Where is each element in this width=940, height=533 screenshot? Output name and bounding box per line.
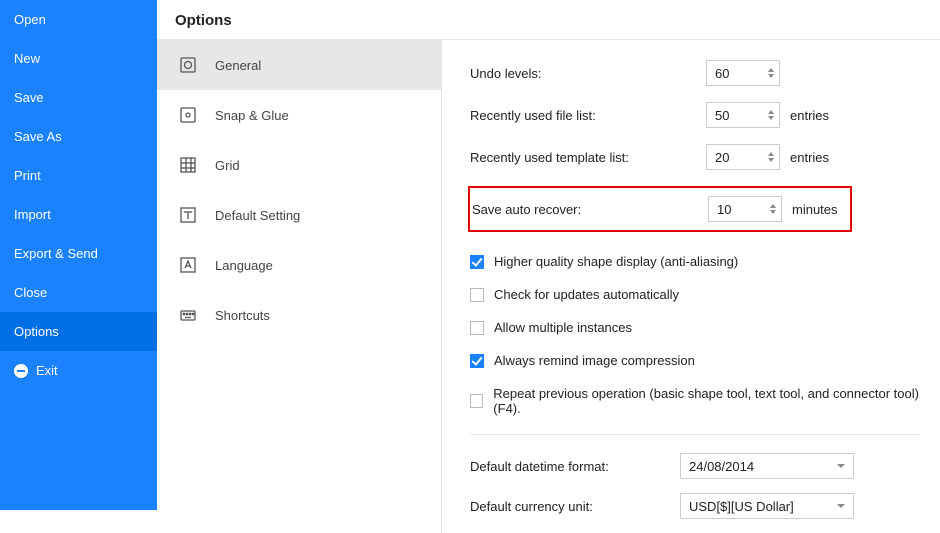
label: Exit [36, 363, 58, 378]
tab-grid[interactable]: Grid [157, 140, 441, 190]
label: Save As [14, 129, 62, 144]
sidebar-item-close[interactable]: Close [0, 273, 157, 312]
checkbox-icon [470, 255, 484, 269]
separator [470, 434, 920, 435]
sidebar-item-open[interactable]: Open [0, 0, 157, 39]
undo-levels-input[interactable]: 60 [706, 60, 780, 86]
field-label: Save auto recover: [470, 202, 708, 217]
checkbox-label: Repeat previous operation (basic shape t… [493, 386, 920, 416]
checkbox-icon [470, 321, 484, 335]
tabs-list: General Snap & Glue Grid Default Setting… [157, 40, 442, 533]
value: 60 [707, 66, 763, 81]
sidebar-item-export-send[interactable]: Export & Send [0, 234, 157, 273]
tab-default-setting[interactable]: Default Setting [157, 190, 441, 240]
checkbox-label: Always remind image compression [494, 353, 695, 368]
tab-label: Snap & Glue [215, 108, 289, 123]
row-auto-recover: Save auto recover: 10 minutes [468, 186, 852, 232]
tab-label: General [215, 58, 261, 73]
currency-unit-select[interactable]: USD[$][US Dollar] [680, 493, 854, 519]
spinner-arrows[interactable] [763, 61, 779, 85]
tab-label: Default Setting [215, 208, 300, 223]
checkbox-icon [470, 354, 484, 368]
checkbox-image-compression[interactable]: Always remind image compression [470, 353, 920, 368]
content: General Snap & Glue Grid Default Setting… [157, 39, 940, 533]
field-label: Default datetime format: [470, 459, 680, 474]
value: USD[$][US Dollar] [689, 499, 837, 514]
auto-recover-input[interactable]: 10 [708, 196, 782, 222]
settings-panel: Undo levels: 60 Recently used file list:… [442, 40, 940, 533]
checkbox-multiple-instances[interactable]: Allow multiple instances [470, 320, 920, 335]
sidebar-item-print[interactable]: Print [0, 156, 157, 195]
spinner-arrows[interactable] [763, 145, 779, 169]
recent-templates-input[interactable]: 20 [706, 144, 780, 170]
value: 24/08/2014 [689, 459, 837, 474]
text-icon [179, 206, 197, 224]
field-label: Recently used template list: [470, 150, 706, 165]
checkbox-label: Higher quality shape display (anti-alias… [494, 254, 738, 269]
checkbox-label: Check for updates automatically [494, 287, 679, 302]
suffix: entries [790, 108, 829, 123]
tab-general[interactable]: General [157, 40, 441, 90]
page-title: Options [157, 0, 940, 39]
datetime-format-select[interactable]: 24/08/2014 [680, 453, 854, 479]
sidebar-item-import[interactable]: Import [0, 195, 157, 234]
checkbox-check-updates[interactable]: Check for updates automatically [470, 287, 920, 302]
suffix: entries [790, 150, 829, 165]
checkbox-anti-aliasing[interactable]: Higher quality shape display (anti-alias… [470, 254, 920, 269]
tab-shortcuts[interactable]: Shortcuts [157, 290, 441, 340]
keyboard-icon [179, 306, 197, 324]
snap-icon [179, 106, 197, 124]
row-currency-unit: Default currency unit: USD[$][US Dollar] [470, 493, 920, 519]
label: New [14, 51, 40, 66]
tab-snap-glue[interactable]: Snap & Glue [157, 90, 441, 140]
label: Close [14, 285, 47, 300]
label: Save [14, 90, 44, 105]
field-label: Default currency unit: [470, 499, 680, 514]
grid-icon [179, 156, 197, 174]
spinner-arrows[interactable] [763, 103, 779, 127]
sidebar-item-save-as[interactable]: Save As [0, 117, 157, 156]
tab-label: Shortcuts [215, 308, 270, 323]
sidebar: Open New Save Save As Print Import Expor… [0, 0, 157, 510]
value: 10 [709, 202, 765, 217]
value: 20 [707, 150, 763, 165]
label: Open [14, 12, 46, 27]
tab-label: Language [215, 258, 273, 273]
label: Options [14, 324, 59, 339]
field-label: Undo levels: [470, 66, 706, 81]
tab-language[interactable]: Language [157, 240, 441, 290]
tab-label: Grid [215, 158, 240, 173]
suffix: minutes [792, 202, 838, 217]
checkbox-icon [470, 288, 484, 302]
gear-icon [179, 56, 197, 74]
label: Print [14, 168, 41, 183]
sidebar-item-options[interactable]: Options [0, 312, 157, 351]
chevron-down-icon [837, 504, 845, 508]
checkbox-label: Allow multiple instances [494, 320, 632, 335]
main: Options General Snap & Glue Grid Default [157, 0, 940, 510]
language-icon [179, 256, 197, 274]
row-recent-templates: Recently used template list: 20 entries [470, 144, 920, 170]
label: Export & Send [14, 246, 98, 261]
row-recent-files: Recently used file list: 50 entries [470, 102, 920, 128]
app: Open New Save Save As Print Import Expor… [0, 0, 940, 510]
checkbox-repeat-operation[interactable]: Repeat previous operation (basic shape t… [470, 386, 920, 416]
sidebar-item-exit[interactable]: Exit [0, 351, 157, 390]
sidebar-item-save[interactable]: Save [0, 78, 157, 117]
spinner-arrows[interactable] [765, 197, 781, 221]
row-undo-levels: Undo levels: 60 [470, 60, 920, 86]
chevron-down-icon [837, 464, 845, 468]
value: 50 [707, 108, 763, 123]
sidebar-item-new[interactable]: New [0, 39, 157, 78]
checkbox-icon [470, 394, 483, 408]
exit-icon [14, 364, 28, 378]
row-datetime-format: Default datetime format: 24/08/2014 [470, 453, 920, 479]
recent-files-input[interactable]: 50 [706, 102, 780, 128]
label: Import [14, 207, 51, 222]
field-label: Recently used file list: [470, 108, 706, 123]
